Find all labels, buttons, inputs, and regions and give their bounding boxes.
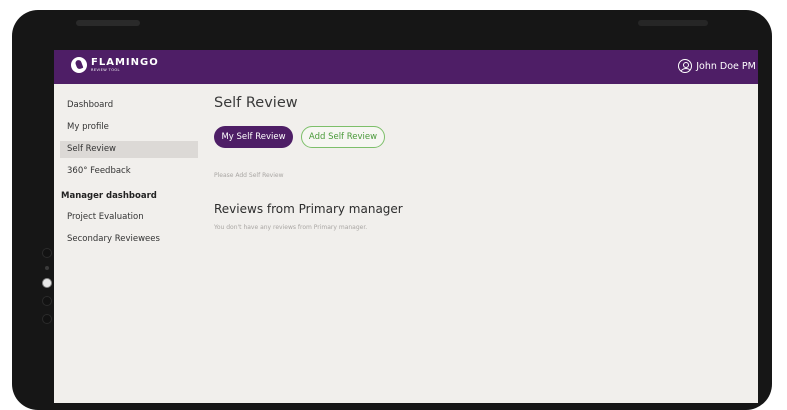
sensor-dot: [42, 248, 52, 258]
sidebar-section-manager-dashboard: Manager dashboard: [61, 191, 157, 201]
sidebar-item-project-evaluation[interactable]: Project Evaluation: [60, 209, 198, 226]
tablet-frame: FLAMINGO REVIEW TOOL John Doe PM | Dashb…: [12, 10, 772, 410]
page-title: Self Review: [214, 95, 298, 111]
device-top-edge-left: [76, 20, 140, 26]
tab-add-self-review[interactable]: Add Self Review: [301, 126, 385, 148]
app-logo[interactable]: FLAMINGO REVIEW TOOL: [71, 57, 159, 73]
sidebar-item-360-feedback[interactable]: 360° Feedback: [60, 163, 198, 180]
user-avatar-icon: [678, 59, 693, 73]
logo-subtitle: REVIEW TOOL: [91, 67, 120, 72]
app-screen: FLAMINGO REVIEW TOOL John Doe PM | Dashb…: [54, 50, 758, 403]
sidebar-item-my-profile[interactable]: My profile: [60, 119, 198, 136]
primary-manager-section-title: Reviews from Primary manager: [214, 202, 403, 216]
logo-title: FLAMINGO: [91, 56, 159, 68]
empty-self-review-text: Please Add Self Review: [214, 172, 284, 179]
primary-manager-empty-text: You don't have any reviews from Primary …: [214, 224, 368, 231]
logo-text: FLAMINGO REVIEW TOOL: [91, 56, 159, 73]
user-menu[interactable]: John Doe PM |: [678, 59, 758, 73]
flamingo-logo-icon: [71, 57, 87, 73]
device-top-edge-right: [638, 20, 708, 26]
sensor-dot: [42, 296, 52, 306]
sensor-dot: [42, 314, 52, 324]
top-header: FLAMINGO REVIEW TOOL John Doe PM |: [54, 50, 758, 84]
user-name: John Doe PM: [696, 60, 756, 72]
sidebar-item-secondary-reviewees[interactable]: Secondary Reviewees: [60, 231, 198, 248]
camera-icon: [42, 278, 52, 288]
sensor-dot: [45, 266, 49, 270]
tab-my-self-review[interactable]: My Self Review: [214, 126, 293, 148]
device-side-sensors: [42, 248, 52, 332]
sidebar-item-self-review[interactable]: Self Review: [60, 141, 198, 158]
sidebar-item-dashboard[interactable]: Dashboard: [60, 97, 198, 114]
